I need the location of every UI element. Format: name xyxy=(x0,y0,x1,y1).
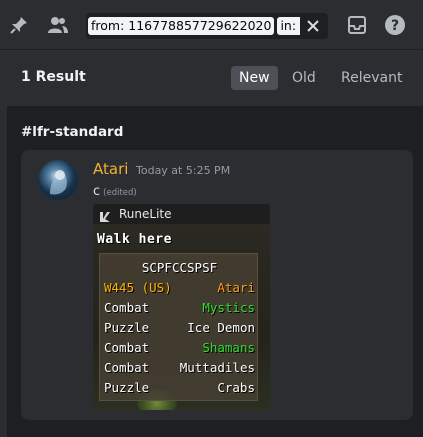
overlay-row-left: Puzzle xyxy=(104,380,150,395)
overlay-row-left: W445 (US) xyxy=(104,280,172,295)
overlay-row: Combat Shamans xyxy=(104,340,255,358)
channel-name[interactable]: #lfr-standard xyxy=(21,124,123,140)
raid-scouter-overlay: SCPFCCSPSF W445 (US) Atari Combat Mystic… xyxy=(99,253,258,401)
results-header: 1 Result New Old Relevant xyxy=(7,50,423,106)
message-content: c (edited) xyxy=(93,184,137,199)
search-query: from: 116778857729622020 in: lfr xyxy=(86,13,300,39)
search-chip-from: from: 116778857729622020 xyxy=(88,17,275,35)
sort-tab-old[interactable]: Old xyxy=(284,66,324,90)
search-input[interactable]: from: 116778857729622020 in: lfr xyxy=(86,13,328,39)
members-icon[interactable] xyxy=(46,13,70,37)
svg-text:?: ? xyxy=(391,18,399,34)
overlay-row-left: Puzzle xyxy=(104,320,150,335)
message-author[interactable]: Atari xyxy=(93,160,128,178)
edited-label: (edited) xyxy=(103,188,137,198)
runelite-title: RuneLite xyxy=(119,207,172,221)
clear-search-icon[interactable] xyxy=(304,17,322,35)
overlay-row: Combat Muttadiles xyxy=(104,360,255,378)
overlay-row-right: Muttadiles xyxy=(179,360,255,375)
overlay-row: Combat Mystics xyxy=(104,300,255,318)
overlay-row-right: Mystics xyxy=(202,300,255,315)
search-results-panel: 1 Result New Old Relevant #lfr-standard … xyxy=(7,50,423,437)
overlay-row-right: Crabs xyxy=(217,380,255,395)
avatar[interactable] xyxy=(38,160,78,200)
results-count: 1 Result xyxy=(21,69,86,85)
overlay-row-left: Combat xyxy=(104,340,150,355)
overlay-row-left: Combat xyxy=(104,360,150,375)
sort-tab-new[interactable]: New xyxy=(231,66,278,90)
overlay-row: Puzzle Ice Demon xyxy=(104,320,255,338)
overlay-row: W445 (US) Atari xyxy=(104,280,255,298)
message-text: c xyxy=(93,184,101,199)
overlay-row: Puzzle Crabs xyxy=(104,380,255,398)
runelite-titlebar: RuneLite xyxy=(93,204,270,224)
overlay-row-right: Ice Demon xyxy=(187,320,255,335)
overlay-title: SCPFCCSPSF xyxy=(141,260,218,275)
overlay-row-left: Combat xyxy=(104,300,150,315)
top-toolbar: from: 116778857729622020 in: lfr ? xyxy=(0,0,423,50)
hover-action-text: Walk here xyxy=(97,232,172,247)
pin-icon[interactable] xyxy=(7,13,31,37)
overlay-row-right: Atari xyxy=(217,280,255,295)
image-attachment[interactable]: RuneLite Walk here SCPFCCSPSF W445 (US) … xyxy=(93,204,270,410)
overlay-row-right: Shamans xyxy=(202,340,255,355)
help-icon[interactable]: ? xyxy=(383,13,407,37)
runelite-logo-icon xyxy=(99,208,111,222)
sort-tab-relevant[interactable]: Relevant xyxy=(333,66,410,90)
inbox-icon[interactable] xyxy=(345,13,369,37)
search-result-message[interactable]: Atari Today at 5:25 PM c (edited) RuneLit… xyxy=(21,150,413,420)
search-chip-in: in: lfr xyxy=(277,17,300,35)
message-timestamp: Today at 5:25 PM xyxy=(136,164,231,177)
